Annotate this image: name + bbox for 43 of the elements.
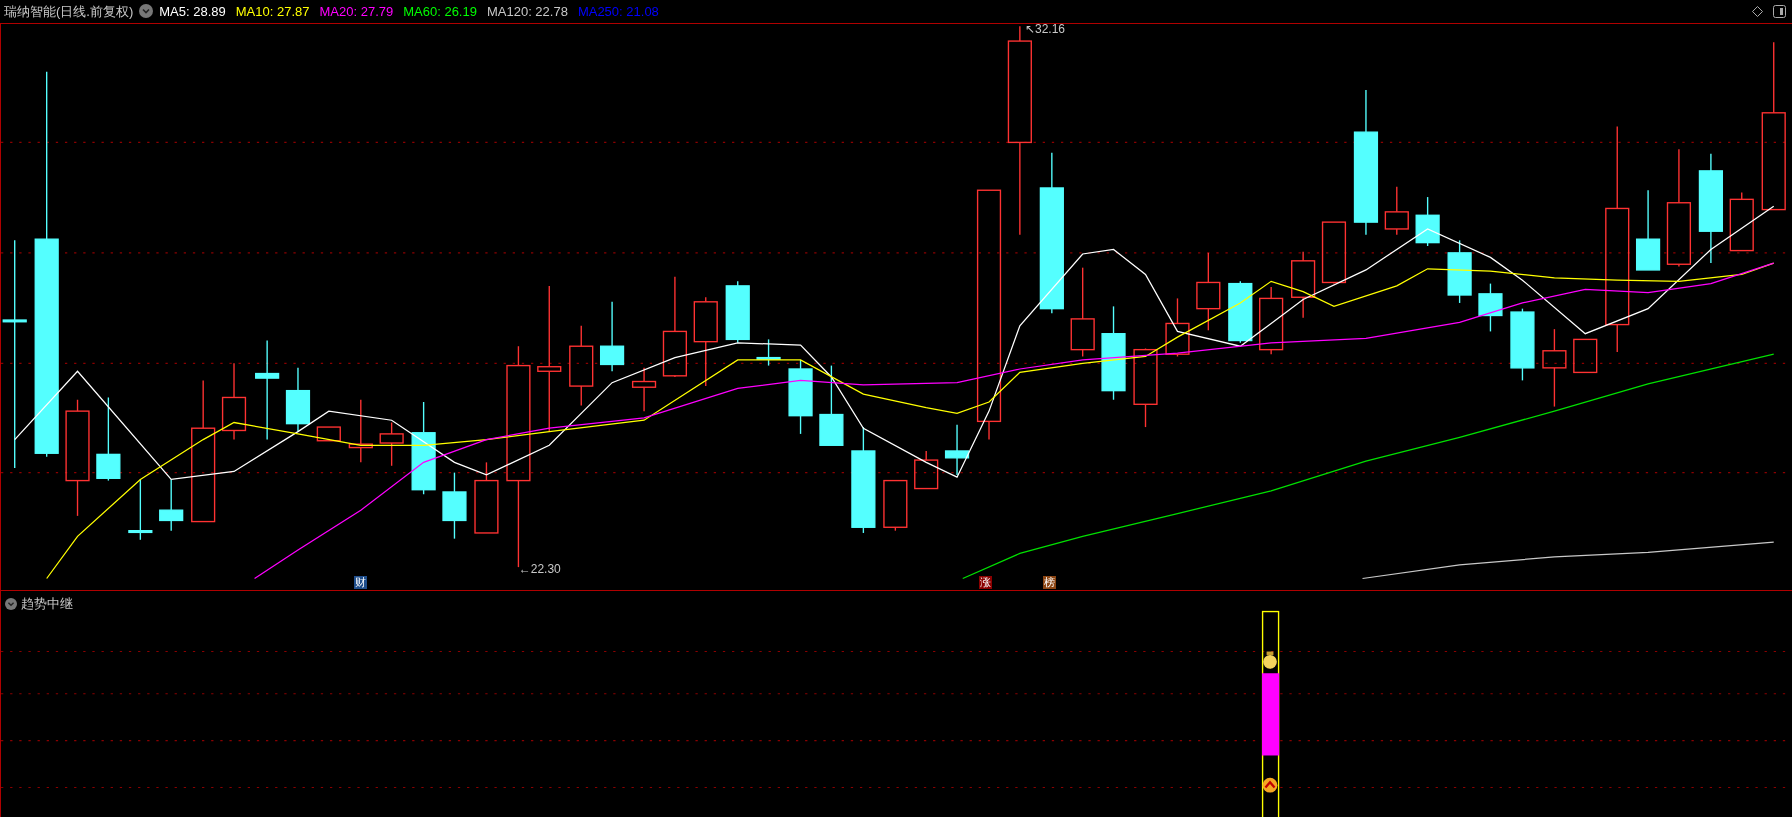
candlestick <box>1384 186 1409 236</box>
moving-average-value: MA20: 27.79 <box>319 2 394 21</box>
candlestick <box>1165 297 1190 358</box>
candlestick <box>1291 251 1316 319</box>
candlestick <box>1259 286 1284 355</box>
dropdown-icon[interactable] <box>139 4 154 19</box>
candlestick <box>128 478 153 541</box>
candlestick <box>600 301 625 372</box>
candlestick <box>756 338 781 367</box>
candlestick <box>159 478 184 532</box>
event-marker[interactable]: 财 <box>354 575 367 589</box>
candlestick <box>1228 280 1253 344</box>
price-label: ↖32.16 <box>1025 22 1066 35</box>
candlestick <box>883 479 908 532</box>
event-marker[interactable]: 涨 <box>979 575 993 589</box>
candlestick <box>379 421 404 467</box>
diamond-icon[interactable] <box>1752 5 1763 17</box>
event-marker[interactable]: 榜 <box>1043 575 1057 589</box>
candlestick <box>1447 239 1472 304</box>
moving-average-value: MA5: 28.89 <box>159 2 226 21</box>
candlestick <box>285 367 311 433</box>
candlestick <box>442 471 467 540</box>
chart-title: 瑞纳智能(日线.前复权) <box>4 2 134 21</box>
panel-toggle-icon[interactable] <box>1773 4 1786 18</box>
candlestick <box>1321 221 1347 285</box>
dropdown-icon[interactable] <box>5 597 17 610</box>
candlestick <box>1729 191 1754 252</box>
indicator-title: 趋势中继 <box>21 594 73 613</box>
candlestick <box>725 280 750 344</box>
price-label: ←22.30 <box>518 563 561 576</box>
moving-average-value: MA10: 27.87 <box>235 2 310 21</box>
candlestick <box>631 367 657 412</box>
moving-average-value: MA250: 21.08 <box>577 2 659 21</box>
moving-average-value: MA60: 26.19 <box>403 2 477 21</box>
candlestick <box>914 450 939 490</box>
candlestick <box>1415 196 1440 247</box>
candlestick <box>1478 282 1503 333</box>
candlestick <box>1573 338 1598 374</box>
candlestick <box>944 424 970 476</box>
candlestick <box>316 426 341 442</box>
candlestick <box>348 399 373 463</box>
moving-average-value: MA120: 22.78 <box>486 2 568 21</box>
up-chevron-icon <box>1262 777 1278 793</box>
